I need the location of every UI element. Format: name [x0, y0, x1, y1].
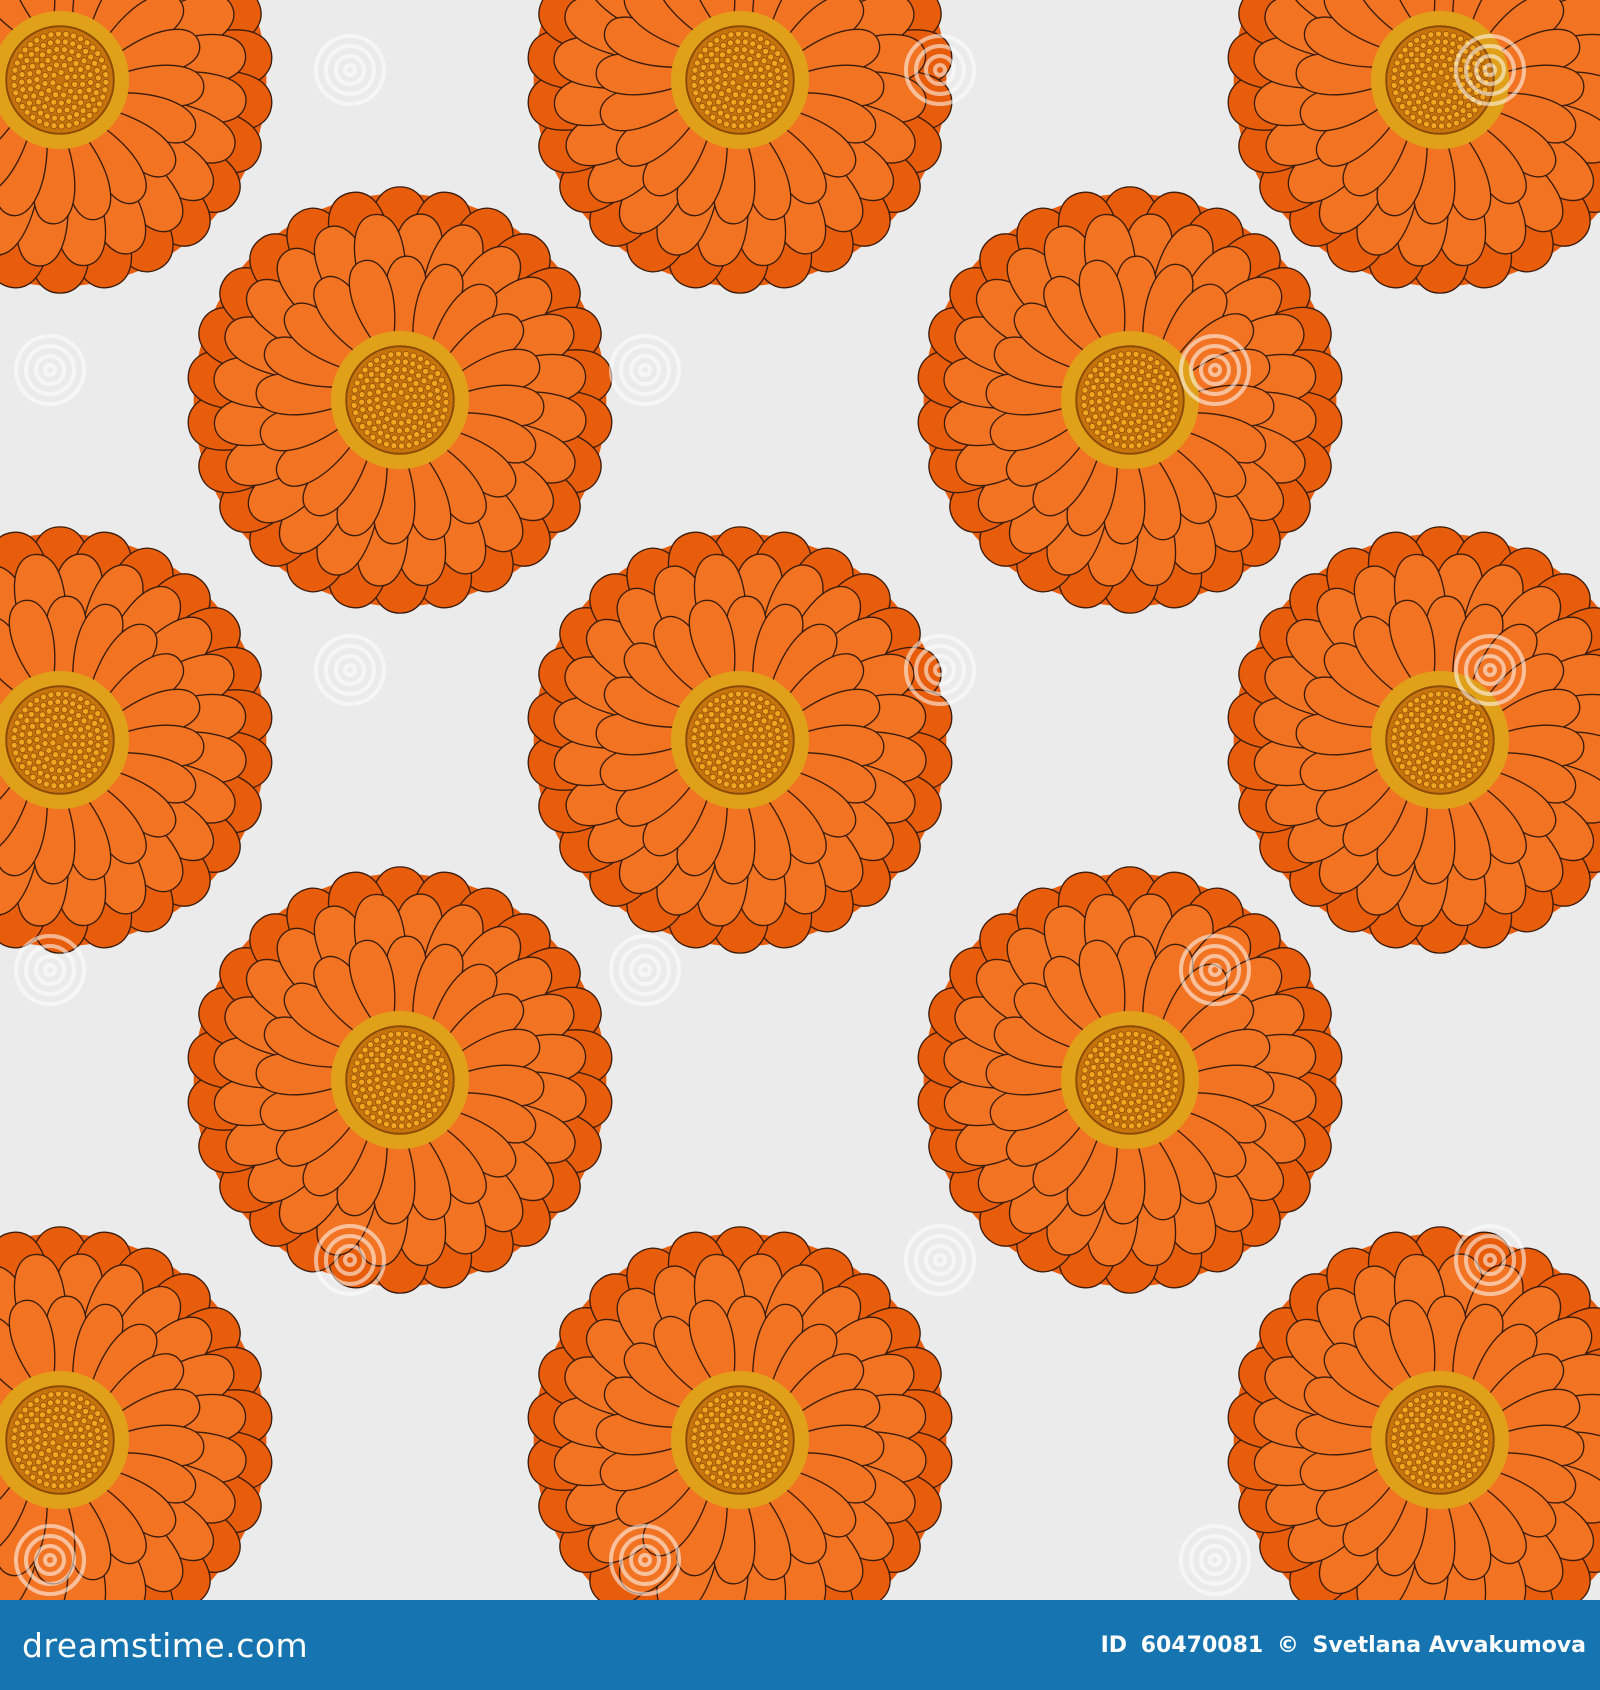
image-id-value: 60470081: [1140, 1632, 1264, 1658]
author-name: Svetlana Avvakumova: [1312, 1632, 1586, 1658]
copyright-symbol: ©: [1276, 1632, 1299, 1658]
brand-logo[interactable]: dreamstime.com: [22, 1626, 308, 1665]
image-credit: ID 60470081 © Svetlana Avvakumova: [1095, 1633, 1586, 1658]
image-id-label: ID: [1100, 1632, 1128, 1658]
footer-bar: dreamstime.com ID 60470081 © Svetlana Av…: [0, 1600, 1600, 1690]
flower-pattern-artwork: [0, 0, 1600, 1600]
brand-text: dreamstime.com: [22, 1625, 309, 1665]
